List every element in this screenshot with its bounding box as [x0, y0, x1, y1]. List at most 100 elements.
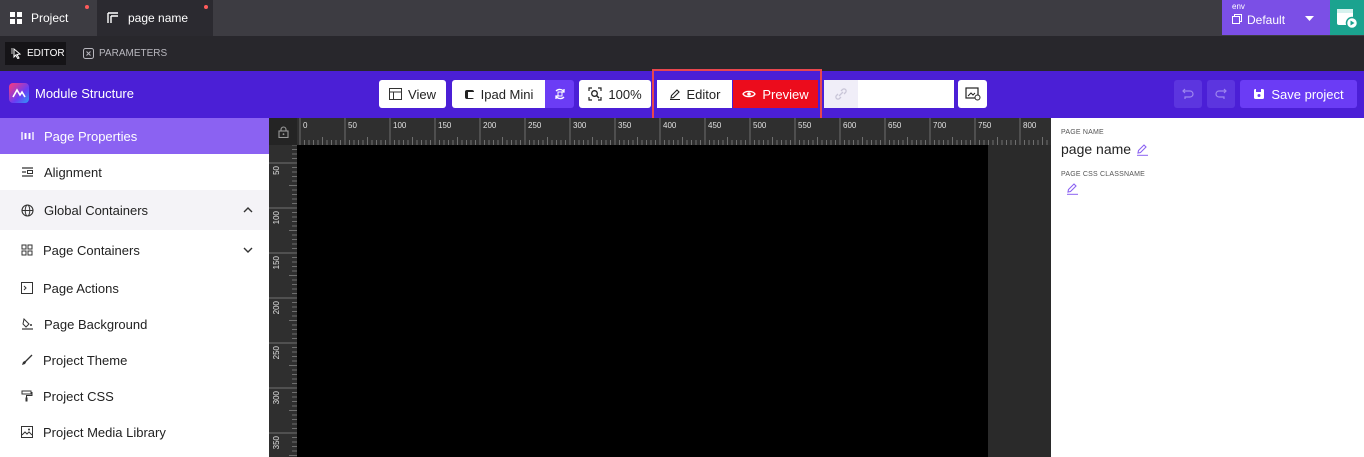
zoom-button[interactable]: 100% — [579, 80, 651, 108]
sidebar-item-page-background[interactable]: Page Background — [0, 306, 269, 342]
editor-button[interactable]: Editor — [657, 80, 732, 108]
grid-icon — [10, 12, 22, 24]
zoom-icon — [588, 87, 602, 101]
sidebar-item-label: Project Media Library — [43, 424, 166, 440]
view-table-icon — [389, 88, 403, 100]
device-selector[interactable]: Ipad Mini — [452, 80, 545, 108]
mode-editor-tab[interactable]: EDITOR — [5, 42, 66, 65]
pencil-icon — [669, 88, 681, 100]
ruler-h-label: 550 — [798, 121, 812, 130]
url-input[interactable] — [858, 80, 954, 108]
app-logo-icon — [9, 83, 29, 103]
unsaved-dot — [204, 5, 208, 9]
view-label: View — [408, 86, 436, 102]
ruler-v-label: 200 — [272, 300, 281, 314]
mode-bar: EDITOR PARAMETERS — [0, 36, 1364, 71]
save-project-button[interactable]: Save project — [1240, 80, 1357, 108]
page-layout-icon — [107, 12, 119, 24]
ruler-h-label: 50 — [348, 121, 357, 130]
chevron-up-icon[interactable] — [243, 207, 253, 213]
ruler-h-label: 100 — [393, 121, 407, 130]
tablet-icon — [464, 89, 475, 100]
sidebar-item-label: Page Background — [44, 316, 148, 332]
view-button[interactable]: View — [379, 80, 446, 108]
edit-page-name-icon[interactable] — [1136, 143, 1149, 156]
ruler-h-label: 500 — [753, 121, 767, 130]
sidebar: Page Properties Alignment Global Contain… — [0, 118, 269, 457]
tab-page-label: page name — [128, 11, 189, 25]
edit-css-classname-icon[interactable] — [1066, 182, 1079, 195]
paint-bucket-icon — [21, 318, 34, 330]
mode-parameters-tab[interactable]: PARAMETERS — [77, 42, 167, 65]
brand: Module Structure — [9, 83, 134, 103]
ruler-h-label: 750 — [978, 121, 992, 130]
sidebar-item-page-containers[interactable]: Page Containers — [0, 230, 269, 270]
screenshot-settings-button[interactable] — [958, 80, 987, 108]
image-settings-icon — [964, 87, 981, 101]
sidebar-item-project-theme[interactable]: Project Theme — [0, 342, 269, 378]
redo-icon — [1214, 87, 1228, 101]
unsaved-dot — [85, 5, 89, 9]
ruler-v-label: 250 — [272, 345, 281, 359]
horizontal-ruler: 0 50 100 150 200 250 300 350 400 450 500 550 600 650 7… — [297, 118, 1051, 145]
env-selector[interactable]: env Default — [1222, 0, 1330, 35]
ruler-h-label: 700 — [933, 121, 947, 130]
preview-button[interactable]: Preview — [733, 80, 818, 108]
theme-brush-icon — [21, 354, 33, 366]
ruler-h-label: 800 — [1023, 121, 1037, 130]
sidebar-item-page-properties[interactable]: Page Properties — [0, 118, 269, 154]
ruler-lock-button[interactable] — [269, 118, 297, 145]
zoom-label: 100% — [608, 86, 642, 102]
ruler-h-label: 650 — [888, 121, 902, 130]
mode-editor-label: EDITOR — [27, 48, 65, 59]
page-name-value: page name — [1061, 141, 1132, 157]
ruler-v-label: 350 — [272, 435, 281, 449]
page-canvas[interactable] — [297, 145, 988, 457]
sidebar-item-project-media-library[interactable]: Project Media Library — [0, 414, 269, 450]
rotate-icon — [553, 87, 567, 101]
sidebar-item-global-containers[interactable]: Global Containers — [0, 190, 269, 230]
env-run-button[interactable] — [1330, 0, 1364, 35]
redo-button[interactable] — [1207, 80, 1235, 108]
page-css-classname-label: PAGE CSS CLASSNAME — [1061, 171, 1145, 178]
ruler-h-label: 400 — [663, 121, 677, 130]
sidebar-item-label: Project Theme — [43, 352, 128, 368]
ruler-v-label: 100 — [272, 210, 281, 224]
sidebar-item-alignment[interactable]: Alignment — [0, 154, 269, 190]
tab-project[interactable]: Project — [0, 0, 94, 36]
chevron-down-icon[interactable] — [243, 247, 253, 253]
tab-page-name[interactable]: page name — [97, 0, 213, 36]
env-play-icon — [1336, 7, 1358, 29]
sidebar-item-project-css[interactable]: Project CSS — [0, 378, 269, 414]
vertical-ruler: 50 100 150 200 250 300 350 — [269, 145, 297, 457]
main-toolbar: Module Structure View Ipad Mini 100% Edi… — [0, 71, 1364, 118]
page-css-row — [1061, 182, 1079, 195]
link-icon[interactable] — [824, 80, 858, 108]
save-icon — [1253, 88, 1265, 100]
page-name-label: PAGE NAME — [1061, 129, 1104, 136]
canvas-area: 0 50 100 150 200 250 300 350 400 450 500 550 600 650 7… — [269, 118, 1051, 457]
undo-icon — [1181, 87, 1195, 101]
terminal-icon — [21, 282, 33, 294]
ruler-h-label: 200 — [483, 121, 497, 130]
env-value: Default — [1247, 13, 1286, 27]
sidebar-item-page-actions[interactable]: Page Actions — [0, 270, 269, 306]
undo-button[interactable] — [1174, 80, 1202, 108]
tab-project-label: Project — [31, 11, 69, 25]
paint-roller-icon — [21, 390, 33, 402]
search-group — [824, 80, 954, 108]
rotate-device-button[interactable] — [545, 80, 574, 108]
save-label: Save project — [1271, 86, 1344, 102]
sidebar-item-label: Page Actions — [43, 280, 119, 296]
env-label: env — [1232, 2, 1245, 11]
cursor-pointer-icon — [11, 48, 22, 59]
ruler-h-label: 350 — [618, 121, 632, 130]
ruler-v-label: 50 — [272, 165, 281, 174]
containers-icon — [21, 244, 33, 256]
tab-bar: Project page name env Default — [0, 0, 1364, 36]
module-structure-title: Module Structure — [35, 85, 134, 101]
page-properties-icon — [21, 130, 34, 142]
sidebar-item-label: Page Containers — [43, 242, 140, 258]
properties-panel: PAGE NAME page name PAGE CSS CLASSNAME — [1051, 118, 1364, 457]
editor-label: Editor — [686, 86, 721, 102]
